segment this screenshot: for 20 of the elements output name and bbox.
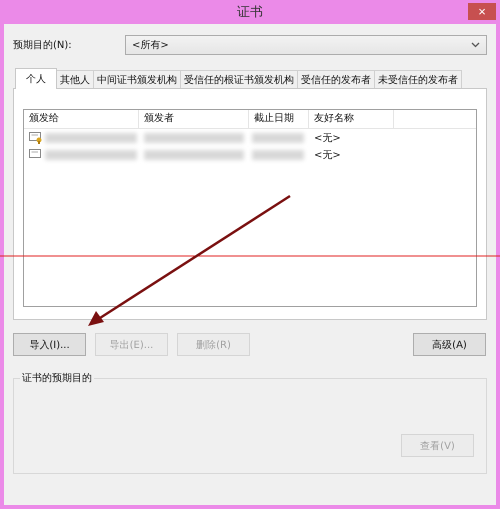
advanced-button[interactable]: 高级(A) [413,333,486,356]
column-header[interactable]: 截止日期 [249,110,309,128]
certificate-row[interactable]: <无> [24,129,476,146]
column-header[interactable]: 颁发者 [139,110,249,128]
tab[interactable]: 个人 [15,68,57,89]
tab[interactable]: 未受信任的发布者 [374,70,462,89]
table-cell-text: <无> [314,132,341,144]
purpose-dropdown[interactable]: <所有> [125,35,487,55]
column-header[interactable]: 颁发给 [24,110,139,128]
blurred-text [252,132,304,142]
blurred-text [252,150,304,160]
group-title: 证书的预期目的 [20,371,94,385]
purpose-label: 预期目的(N): [13,38,73,52]
certificate-row[interactable]: <无> [24,146,476,163]
chevron-down-icon [471,42,480,48]
table-cell-text: <无> [314,148,341,162]
action-button[interactable]: 导入(I)... [13,333,86,356]
close-button[interactable]: × [468,3,496,20]
column-header[interactable]: 友好名称 [309,110,394,128]
window-title: 证书 [237,4,263,21]
